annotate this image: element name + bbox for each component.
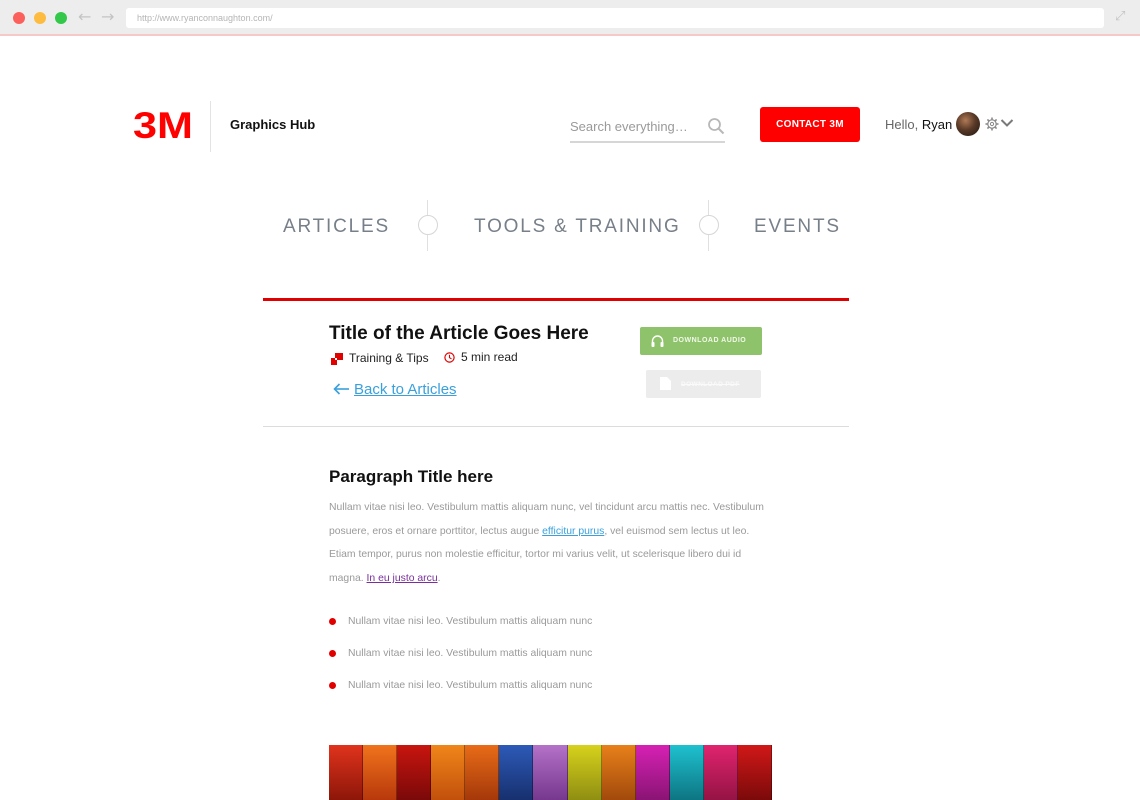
clock-icon (444, 352, 455, 363)
search-icon[interactable] (707, 117, 725, 135)
efficitur-purus-link[interactable]: efficitur purus (542, 526, 604, 537)
site-name: Graphics Hub (230, 117, 316, 132)
list-item-text: Nullam vitae nisi leo. Vestibulum mattis… (348, 648, 593, 659)
download-pdf-label: DOWNLOAD PDF (681, 381, 740, 388)
paragraph-text-3: . (437, 573, 441, 585)
colorful-wood-planks-image (329, 745, 772, 800)
plank (431, 745, 466, 800)
article-title: Title of the Article Goes Here (329, 323, 589, 344)
nav-events[interactable]: EVENTS (754, 216, 841, 238)
user-name: Ryan (921, 117, 953, 132)
read-time: 5 min read (461, 350, 518, 364)
category-icon (331, 353, 343, 365)
paragraph-title: Paragraph Title here (329, 467, 494, 486)
3m-logo[interactable]: 3M (134, 108, 192, 140)
nav-articles[interactable]: ARTICLES (283, 216, 390, 238)
file-icon (660, 377, 671, 390)
article-header-divider (263, 426, 849, 427)
plank (499, 745, 534, 800)
download-audio-button[interactable]: DOWNLOAD AUDIO (640, 327, 762, 355)
header-divider (210, 101, 211, 152)
window-minimize-button[interactable] (34, 12, 46, 24)
bullet-dot (329, 650, 336, 657)
plank (533, 745, 568, 800)
avatar[interactable] (956, 112, 980, 136)
fullscreen-icon[interactable]: ⤢ (1115, 10, 1125, 24)
arrow-left-icon (333, 383, 349, 395)
bullet-dot (329, 682, 336, 689)
plank (669, 745, 704, 800)
back-to-articles-link[interactable]: Back to Articles (333, 381, 457, 398)
plank (397, 745, 432, 800)
section-nav: ARTICLES TOOLS & TRAINING EVENTS (0, 200, 1140, 251)
svg-text:3M: 3M (134, 108, 192, 140)
in-eu-justo-arcu-link[interactable]: In eu justo arcu (367, 573, 438, 584)
plank (567, 745, 602, 800)
headphones-icon (651, 335, 664, 347)
chevron-down-icon[interactable] (1000, 118, 1014, 128)
list-item-text: Nullam vitae nisi leo. Vestibulum mattis… (348, 616, 593, 627)
address-bar[interactable]: http://www.ryanconnaughton.com/ (126, 8, 1104, 28)
plank (635, 745, 670, 800)
list-item: Nullam vitae nisi leo. Vestibulum mattis… (329, 612, 592, 644)
plank (601, 745, 636, 800)
download-pdf-button[interactable]: DOWNLOAD PDF (646, 370, 761, 398)
greeting-prefix: Hello, (885, 117, 922, 132)
bullet-dot (329, 618, 336, 625)
paragraph-body: Nullam vitae nisi leo. Vestibulum mattis… (329, 496, 774, 591)
list-item: Nullam vitae nisi leo. Vestibulum mattis… (329, 644, 592, 676)
list-item-text: Nullam vitae nisi leo. Vestibulum mattis… (348, 680, 593, 691)
list-item: Nullam vitae nisi leo. Vestibulum mattis… (329, 676, 592, 708)
user-greeting: Hello, Ryan (885, 117, 952, 132)
plank (363, 745, 398, 800)
window-zoom-button[interactable] (55, 12, 67, 24)
browser-chrome: ← → http://www.ryanconnaughton.com/ ⤢ (0, 0, 1140, 36)
window-close-button[interactable] (13, 12, 25, 24)
plank (737, 745, 772, 800)
search-box (570, 112, 725, 143)
plank (465, 745, 500, 800)
gear-icon[interactable] (985, 117, 999, 131)
search-input[interactable] (570, 116, 705, 136)
contact-3m-button[interactable]: CONTACT 3M (760, 107, 860, 142)
nav-separator (699, 200, 719, 251)
article-top-rule (263, 298, 849, 301)
browser-forward-icon[interactable]: → (101, 8, 114, 26)
back-link-label: Back to Articles (354, 381, 457, 398)
nav-tools-training[interactable]: TOOLS & TRAINING (474, 216, 681, 238)
plank (329, 745, 364, 800)
nav-separator (418, 200, 438, 251)
article-category[interactable]: Training & Tips (349, 351, 429, 365)
bullet-list: Nullam vitae nisi leo. Vestibulum mattis… (329, 612, 592, 708)
download-audio-label: DOWNLOAD AUDIO (673, 337, 747, 344)
browser-back-icon[interactable]: ← (78, 8, 91, 26)
plank (703, 745, 738, 800)
